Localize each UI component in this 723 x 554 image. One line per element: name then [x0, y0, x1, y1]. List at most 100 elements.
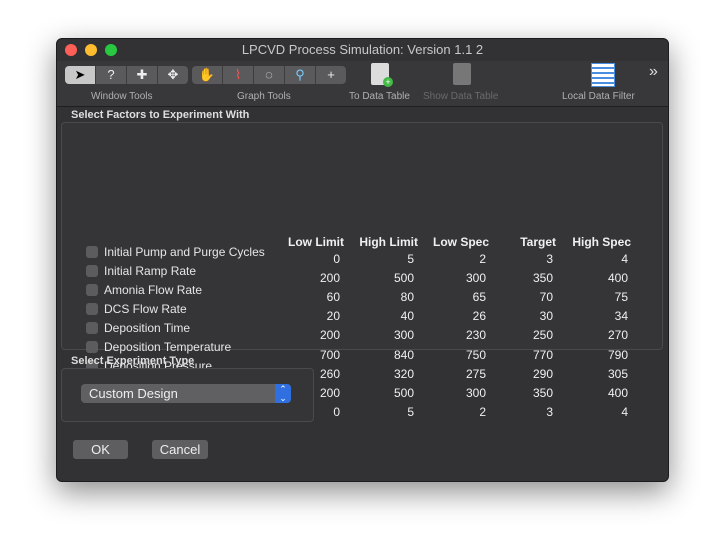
factor-value: 20: [326, 309, 340, 324]
factor-name: DCS Flow Rate: [104, 302, 187, 316]
factor-value: 200: [319, 328, 340, 343]
factor-checkbox[interactable]: [86, 322, 98, 334]
factor-value: 500: [393, 271, 414, 286]
factor-value: 250: [532, 328, 553, 343]
factor-value: 400: [607, 271, 628, 286]
ok-button[interactable]: OK: [73, 440, 128, 459]
move-icon[interactable]: ✥: [158, 66, 188, 84]
close-button[interactable]: [65, 44, 77, 56]
scaler-icon[interactable]: +: [316, 66, 346, 84]
factor-value: 320: [393, 366, 414, 381]
factor-value: 840: [393, 347, 414, 362]
minimize-button[interactable]: [85, 44, 97, 56]
factor-value: 790: [607, 347, 628, 362]
factor-row: Deposition Time: [86, 320, 190, 336]
to-data-table-icon[interactable]: +: [371, 63, 393, 87]
window-title: LPCVD Process Simulation: Version 1.1 2: [241, 42, 484, 57]
factor-value: 26: [472, 309, 486, 324]
factor-checkbox[interactable]: [86, 341, 98, 353]
factor-name: Amonia Flow Rate: [104, 283, 203, 297]
experiment-panel: Custom Design ⌃ ⌄: [61, 368, 314, 422]
factor-value: 40: [400, 309, 414, 324]
factors-panel: Low Limit High Limit Low Spec Target Hig…: [61, 122, 663, 419]
factor-value: 230: [465, 328, 486, 343]
factor-value: 0: [333, 252, 340, 266]
factor-value: 350: [532, 385, 553, 400]
factor-row: Initial Ramp Rate: [86, 263, 196, 279]
toolbar-overflow-icon[interactable]: »: [649, 63, 658, 81]
lasso-icon[interactable]: ◌: [254, 66, 285, 84]
header-low-limit: Low Limit: [288, 235, 344, 249]
local-data-filter-icon[interactable]: [591, 63, 615, 87]
window-tools-label: Window Tools: [91, 91, 153, 102]
factor-value: 4: [621, 252, 628, 266]
toolbar: ➤ ? ✚ ✥ Window Tools ✋ ⌇ ◌ ⚲ + Graph Too…: [57, 61, 668, 107]
factor-value: 70: [539, 290, 553, 305]
crosshair-icon[interactable]: ✚: [127, 66, 158, 84]
factor-row: Initial Pump and Purge Cycles: [86, 244, 265, 260]
factor-value: 750: [465, 347, 486, 362]
factor-value: 4: [621, 404, 628, 419]
experiment-type-value: Custom Design: [89, 386, 178, 401]
experiment-type-select[interactable]: Custom Design ⌃ ⌄: [81, 384, 291, 403]
factor-value: 3: [546, 252, 553, 266]
factor-value: 500: [393, 385, 414, 400]
factor-row: DCS Flow Rate: [86, 301, 187, 317]
factor-checkbox[interactable]: [86, 284, 98, 296]
brush-icon[interactable]: ⌇: [223, 66, 254, 84]
help-icon[interactable]: ?: [96, 66, 127, 84]
to-data-table-button[interactable]: To Data Table: [349, 91, 410, 102]
factor-checkbox[interactable]: [86, 265, 98, 277]
factor-value: 300: [393, 328, 414, 343]
header-high-spec: High Spec: [572, 235, 631, 249]
factor-value: 275: [465, 366, 486, 381]
factor-value: 2: [479, 404, 486, 419]
local-data-filter-button[interactable]: Local Data Filter: [562, 91, 635, 102]
experiment-section-title: Select Experiment Type: [71, 355, 195, 367]
factor-value: 200: [319, 271, 340, 286]
factor-value: 3: [546, 404, 553, 419]
header-target: Target: [520, 235, 556, 249]
graph-tools-label: Graph Tools: [237, 91, 291, 102]
factor-row: Deposition Temperature: [86, 339, 231, 355]
factor-name: Deposition Temperature: [104, 340, 232, 354]
factor-checkbox[interactable]: [86, 303, 98, 315]
factor-value: 350: [532, 271, 553, 286]
factor-value: 5: [407, 252, 414, 266]
factor-checkbox[interactable]: [86, 246, 98, 258]
factor-name: Initial Ramp Rate: [104, 264, 197, 278]
factor-value: 60: [326, 290, 340, 305]
zoom-button[interactable]: [105, 44, 117, 56]
factor-value: 700: [319, 347, 340, 362]
title-bar: LPCVD Process Simulation: Version 1.1 2: [57, 39, 668, 61]
factor-value: 400: [607, 385, 628, 400]
factor-value: 290: [532, 366, 553, 381]
factor-value: 770: [532, 347, 553, 362]
factor-value: 305: [607, 366, 628, 381]
factor-value: 75: [614, 290, 628, 305]
factors-section-title: Select Factors to Experiment With: [71, 109, 250, 121]
factor-value: 5: [407, 404, 414, 419]
hand-icon[interactable]: ✋: [192, 66, 223, 84]
factor-value: 65: [472, 290, 486, 305]
header-high-limit: High Limit: [359, 235, 418, 249]
factor-value: 300: [465, 271, 486, 286]
show-data-table-button: Show Data Table: [423, 91, 499, 102]
factor-value: 34: [614, 309, 628, 324]
factor-value: 80: [400, 290, 414, 305]
window-tools-group: ➤ ? ✚ ✥: [65, 66, 188, 84]
factor-row: Amonia Flow Rate: [86, 282, 202, 298]
dialog-window: LPCVD Process Simulation: Version 1.1 2 …: [56, 38, 669, 482]
factor-name: Deposition Time: [104, 321, 191, 335]
magnifier-icon[interactable]: ⚲: [285, 66, 316, 84]
show-data-table-icon: [453, 63, 471, 85]
arrow-icon[interactable]: ➤: [65, 66, 96, 84]
chevron-updown-icon: ⌃ ⌄: [275, 384, 291, 403]
factor-value: 270: [607, 328, 628, 343]
factor-name: Initial Pump and Purge Cycles: [104, 245, 265, 259]
factor-value: 2: [479, 252, 486, 266]
cancel-button[interactable]: Cancel: [152, 440, 208, 459]
factor-value: 30: [539, 309, 553, 324]
factor-value: 300: [465, 385, 486, 400]
graph-tools-group: ✋ ⌇ ◌ ⚲ +: [192, 66, 346, 84]
